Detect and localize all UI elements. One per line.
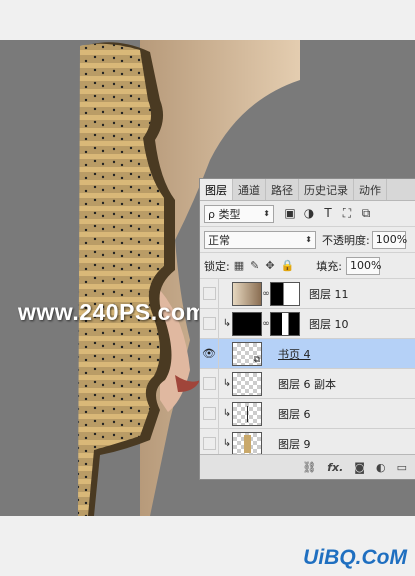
opacity-value: 100%: [375, 233, 408, 246]
layer-name: 图层 9: [278, 437, 311, 451]
mask-thumbnail[interactable]: [270, 281, 300, 306]
layer-thumbnail: [232, 431, 262, 456]
status-bar: UiBQ.CoM: [0, 516, 415, 576]
clipping-arrow-icon: ↳: [222, 378, 232, 389]
mask-thumbnail[interactable]: [270, 311, 300, 336]
eye-icon: 👁: [202, 347, 216, 360]
fx-icon[interactable]: fx.: [327, 461, 343, 474]
link-icon[interactable]: ∞: [262, 289, 270, 299]
lock-row: 锁定: ▦ ✎ ✥ 🔒 填充: 100%: [200, 253, 415, 279]
new-group-icon[interactable]: ▭: [397, 461, 407, 474]
opacity-input[interactable]: 100%: [371, 230, 408, 249]
site-logo: UiBQ.CoM: [303, 546, 407, 569]
clipping-arrow-icon: ↳: [222, 438, 232, 449]
tab-channels[interactable]: 通道: [233, 179, 266, 200]
adjustment-filter-icon[interactable]: ◑: [303, 206, 315, 221]
type-filter-icon[interactable]: T: [322, 206, 334, 221]
lock-icons: ▦ ✎ ✥ 🔒: [234, 259, 295, 272]
fill-label: 填充:: [316, 259, 342, 273]
lock-brush-icon[interactable]: ✎: [250, 259, 259, 272]
watermark-text: www.240PS.com: [18, 299, 207, 325]
link-icon[interactable]: ∞: [262, 319, 270, 329]
opacity-label: 不透明度:: [322, 233, 370, 247]
add-mask-icon[interactable]: ◙: [354, 461, 365, 474]
panel-footer: ⛓ fx. ◙ ◐ ▭: [200, 454, 415, 479]
blend-mode-value: 正常: [208, 233, 230, 247]
visibility-toggle[interactable]: [200, 308, 219, 339]
smart-object-thumbnail: ⧉: [232, 341, 262, 366]
tab-history[interactable]: 历史记录: [299, 179, 354, 200]
layer-row[interactable]: ↳ 图层 6 副本: [200, 368, 415, 399]
filter-type-select[interactable]: ρ 类型 ⬍: [204, 204, 274, 223]
layer-thumbnail: [232, 371, 262, 396]
tab-layers[interactable]: 图层: [200, 179, 233, 200]
filter-icons: ▣ ◑ T ⛶ ⧉: [284, 206, 372, 221]
visibility-toggle[interactable]: [200, 278, 219, 309]
clipping-arrow-icon: ↳: [222, 318, 232, 329]
layer-list: ∞ 图层 11 ↳ ∞ 图层 10 👁 ⧉ 书页 4 ↳ 图层 6 副本 ↳ 图…: [200, 278, 415, 459]
visibility-toggle[interactable]: 👁: [200, 338, 219, 369]
shape-filter-icon[interactable]: ⛶: [341, 206, 353, 221]
fill-value: 100%: [349, 259, 382, 272]
chevron-updown-icon: ⬍: [305, 235, 312, 244]
lock-move-icon[interactable]: ✥: [265, 259, 274, 272]
lock-label: 锁定:: [204, 259, 230, 273]
lock-all-icon[interactable]: 🔒: [281, 259, 295, 272]
layer-row-selected[interactable]: 👁 ⧉ 书页 4: [200, 338, 415, 369]
layer-thumbnail: [232, 401, 262, 426]
chevron-updown-icon: ⬍: [263, 209, 270, 218]
layer-name: 图层 10: [309, 317, 349, 331]
lock-transparent-icon[interactable]: ▦: [234, 259, 244, 272]
adjustment-layer-icon[interactable]: ◐: [376, 461, 386, 474]
visibility-toggle[interactable]: [200, 398, 219, 429]
blend-mode-select[interactable]: 正常 ⬍: [204, 230, 316, 249]
tab-paths[interactable]: 路径: [266, 179, 299, 200]
blend-row: 正常 ⬍ 不透明度: 100%: [200, 227, 415, 253]
fill-input[interactable]: 100%: [345, 256, 382, 275]
panel-tabs: 图层 通道 路径 历史记录 动作: [200, 179, 415, 201]
clipping-arrow-icon: ↳: [222, 408, 232, 419]
image-filter-icon[interactable]: ▣: [284, 206, 296, 221]
layer-thumbnail: [232, 281, 262, 306]
smartobject-filter-icon[interactable]: ⧉: [360, 206, 372, 221]
layers-panel: 图层 通道 路径 历史记录 动作 ρ 类型 ⬍ ▣ ◑ T ⛶ ⧉ 正常 ⬍ 不…: [199, 178, 415, 480]
top-toolbar: [0, 0, 415, 40]
filter-type-label: ρ 类型: [208, 207, 241, 221]
layer-row[interactable]: ∞ 图层 11: [200, 278, 415, 309]
visibility-toggle[interactable]: [200, 368, 219, 399]
layer-thumbnail: [232, 311, 262, 336]
filter-row: ρ 类型 ⬍ ▣ ◑ T ⛶ ⧉: [200, 201, 415, 227]
tab-actions[interactable]: 动作: [354, 179, 387, 200]
layer-name: 书页 4: [278, 347, 311, 361]
smart-object-icon: ⧉: [253, 354, 260, 365]
layer-name: 图层 6 副本: [278, 377, 336, 391]
layer-row[interactable]: ↳ 图层 6: [200, 398, 415, 429]
layer-name: 图层 11: [309, 287, 349, 301]
layer-name: 图层 6: [278, 407, 311, 421]
layer-row[interactable]: ↳ ∞ 图层 10: [200, 308, 415, 339]
link-layers-icon[interactable]: ⛓: [302, 461, 316, 474]
